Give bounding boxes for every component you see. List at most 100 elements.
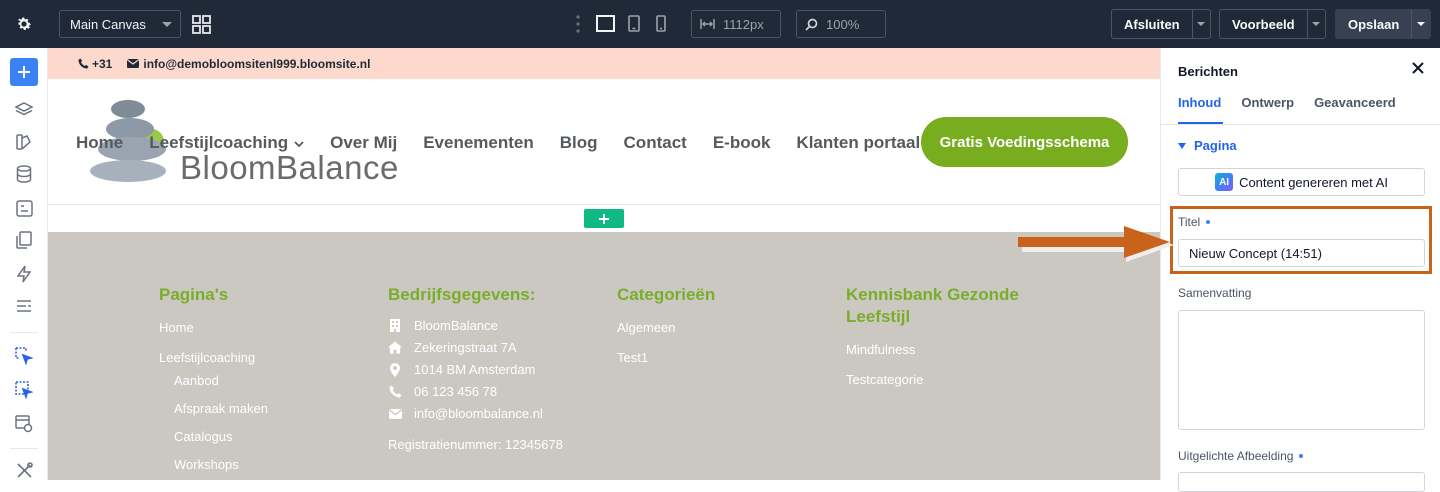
preview-settings-icon[interactable]: [14, 414, 34, 434]
tab-inhoud[interactable]: Inhoud: [1178, 95, 1221, 118]
mobile-view-icon[interactable]: [656, 15, 666, 37]
main-navigation: Home Leefstijlcoaching Over Mij Evenemen…: [76, 133, 946, 153]
nav-item-home[interactable]: Home: [76, 133, 123, 153]
required-dot-icon: [1299, 454, 1304, 458]
street-row: Zekeringstraat 7A: [388, 340, 608, 355]
company-phone[interactable]: 06 123 456 78: [414, 384, 497, 399]
nav-item-contact[interactable]: Contact: [624, 133, 687, 153]
footer-column-title: Pagina's: [159, 285, 229, 304]
building-icon: [388, 319, 402, 332]
footer-pages-column: Pagina's Home Leefstijlcoaching Aanbod A…: [159, 284, 359, 472]
title-field-highlight: [1170, 206, 1432, 274]
phone-text: +31: [92, 56, 113, 71]
featured-image-picker[interactable]: [1178, 472, 1425, 492]
footer-sublink[interactable]: Afspraak maken: [174, 401, 359, 416]
nav-item-over-mij[interactable]: Over Mij: [330, 133, 397, 153]
preview-options-button[interactable]: [1306, 10, 1325, 38]
sections-icon[interactable]: [14, 296, 34, 316]
search-icon: [805, 18, 818, 31]
nav-item-e-book[interactable]: E-book: [713, 133, 771, 153]
tablet-view-icon[interactable]: [628, 15, 640, 37]
summary-textarea[interactable]: [1178, 310, 1425, 430]
left-sidebar: [0, 48, 48, 480]
footer-link[interactable]: Algemeen: [617, 320, 817, 335]
database-icon[interactable]: [14, 164, 34, 184]
generate-content-ai-button[interactable]: AI Content genereren met AI: [1178, 168, 1425, 196]
pages-icon[interactable]: [14, 230, 34, 250]
settings-gear-icon[interactable]: [0, 0, 48, 48]
desktop-view-icon[interactable]: [596, 15, 615, 37]
featured-image-label: Uitgelichte Afbeelding: [1178, 449, 1304, 463]
home-icon: [388, 341, 402, 354]
form-icon[interactable]: [14, 198, 34, 218]
ai-button-label: Content genereren met AI: [1239, 174, 1388, 190]
footer-categories-column: Categorieën Algemeen Test1: [617, 284, 817, 365]
footer-company-column: Bedrijfsgegevens: BloomBalance Zekerings…: [388, 284, 608, 452]
phone-info[interactable]: +31: [78, 57, 112, 71]
footer-link[interactable]: Leefstijlcoaching: [159, 350, 359, 365]
email-text: info@demobloomsitenl999.bloomsite.nl: [143, 56, 371, 71]
nav-item-klanten-portaal[interactable]: Klanten portaal: [796, 133, 920, 153]
chevron-down-icon: [162, 22, 172, 27]
width-resize-icon: [700, 18, 715, 30]
company-street: Zekeringstraat 7A: [414, 340, 517, 355]
tools-icon[interactable]: [14, 460, 34, 480]
footer-sublink[interactable]: Workshops: [174, 457, 359, 472]
exit-options-button[interactable]: [1191, 10, 1210, 38]
nav-item-label: Leefstijlcoaching: [149, 133, 289, 152]
section-toggle-pagina[interactable]: Pagina: [1178, 138, 1237, 153]
logo-text[interactable]: BloomBalance: [180, 149, 399, 187]
page-canvas: +31 info@demobloomsitenl999.bloomsite.nl…: [48, 48, 1160, 480]
tab-geavanceerd[interactable]: Geavanceerd: [1314, 95, 1396, 118]
company-email[interactable]: info@bloombalance.nl: [414, 406, 543, 421]
footer-link[interactable]: Test1: [617, 350, 817, 365]
canvas-select[interactable]: Main Canvas: [59, 10, 181, 38]
envelope-icon: [388, 408, 402, 419]
save-options-button[interactable]: [1411, 10, 1430, 38]
footer-link[interactable]: Testcategorie: [846, 372, 1046, 387]
footer-link[interactable]: Mindfulness: [846, 342, 1046, 357]
close-icon[interactable]: [1411, 61, 1425, 80]
city-row: 1014 BM Amsterdam: [388, 362, 608, 377]
featured-image-label-text: Uitgelichte Afbeelding: [1178, 449, 1294, 463]
nav-item-evenementen[interactable]: Evenementen: [423, 133, 534, 153]
footer-sublink[interactable]: Catalogus: [174, 429, 359, 444]
registration-number: Registratienummer: 12345678: [388, 437, 563, 452]
footer-link[interactable]: Home: [159, 320, 359, 335]
active-tab-indicator: [1178, 122, 1223, 124]
tab-ontwerp[interactable]: Ontwerp: [1241, 95, 1294, 118]
email-row: info@bloombalance.nl: [388, 406, 608, 421]
footer-sublink[interactable]: Aanbod: [174, 373, 359, 388]
section-label: Pagina: [1194, 138, 1237, 153]
nav-item-blog[interactable]: Blog: [560, 133, 598, 153]
pointer-arrow-icon: [1018, 222, 1174, 269]
email-info[interactable]: info@demobloomsitenl999.bloomsite.nl: [127, 57, 370, 71]
add-section-button[interactable]: [584, 209, 624, 228]
theme-icon[interactable]: [14, 132, 34, 152]
select-element-icon[interactable]: [14, 346, 34, 366]
save-button-group: Opslaan: [1335, 9, 1431, 39]
exit-button[interactable]: Afsluiten: [1112, 17, 1192, 32]
save-button[interactable]: Opslaan: [1336, 17, 1411, 32]
add-element-button[interactable]: [10, 58, 38, 86]
canvas-select-value: Main Canvas: [70, 16, 146, 32]
panel-title: Berichten: [1178, 64, 1238, 79]
lightning-icon[interactable]: [14, 264, 34, 284]
grid-icon[interactable]: [192, 15, 211, 39]
sidebar-divider: [10, 448, 38, 449]
drag-handle-icon[interactable]: [576, 15, 580, 38]
select-multiple-icon[interactable]: [14, 380, 34, 400]
footer-knowledge-column: Kennisbank Gezonde Leefstijl Mindfulness…: [846, 284, 1046, 387]
zoom-input[interactable]: 100%: [796, 10, 886, 38]
nav-item-leefstijlcoaching[interactable]: Leefstijlcoaching: [149, 133, 304, 153]
layers-icon[interactable]: [14, 100, 34, 120]
preview-button-group: Voorbeeld: [1219, 9, 1326, 39]
caret-down-icon: [1178, 142, 1186, 149]
preview-button[interactable]: Voorbeeld: [1220, 17, 1307, 32]
canvas-width-input[interactable]: 1112px: [691, 10, 781, 38]
free-nutrition-plan-button[interactable]: Gratis Voedingsschema: [921, 117, 1128, 167]
phone-row: 06 123 456 78: [388, 384, 608, 399]
phone-icon: [78, 58, 89, 69]
chevron-down-icon: [294, 133, 304, 153]
footer-column-title: Kennisbank Gezonde Leefstijl: [846, 285, 1019, 326]
